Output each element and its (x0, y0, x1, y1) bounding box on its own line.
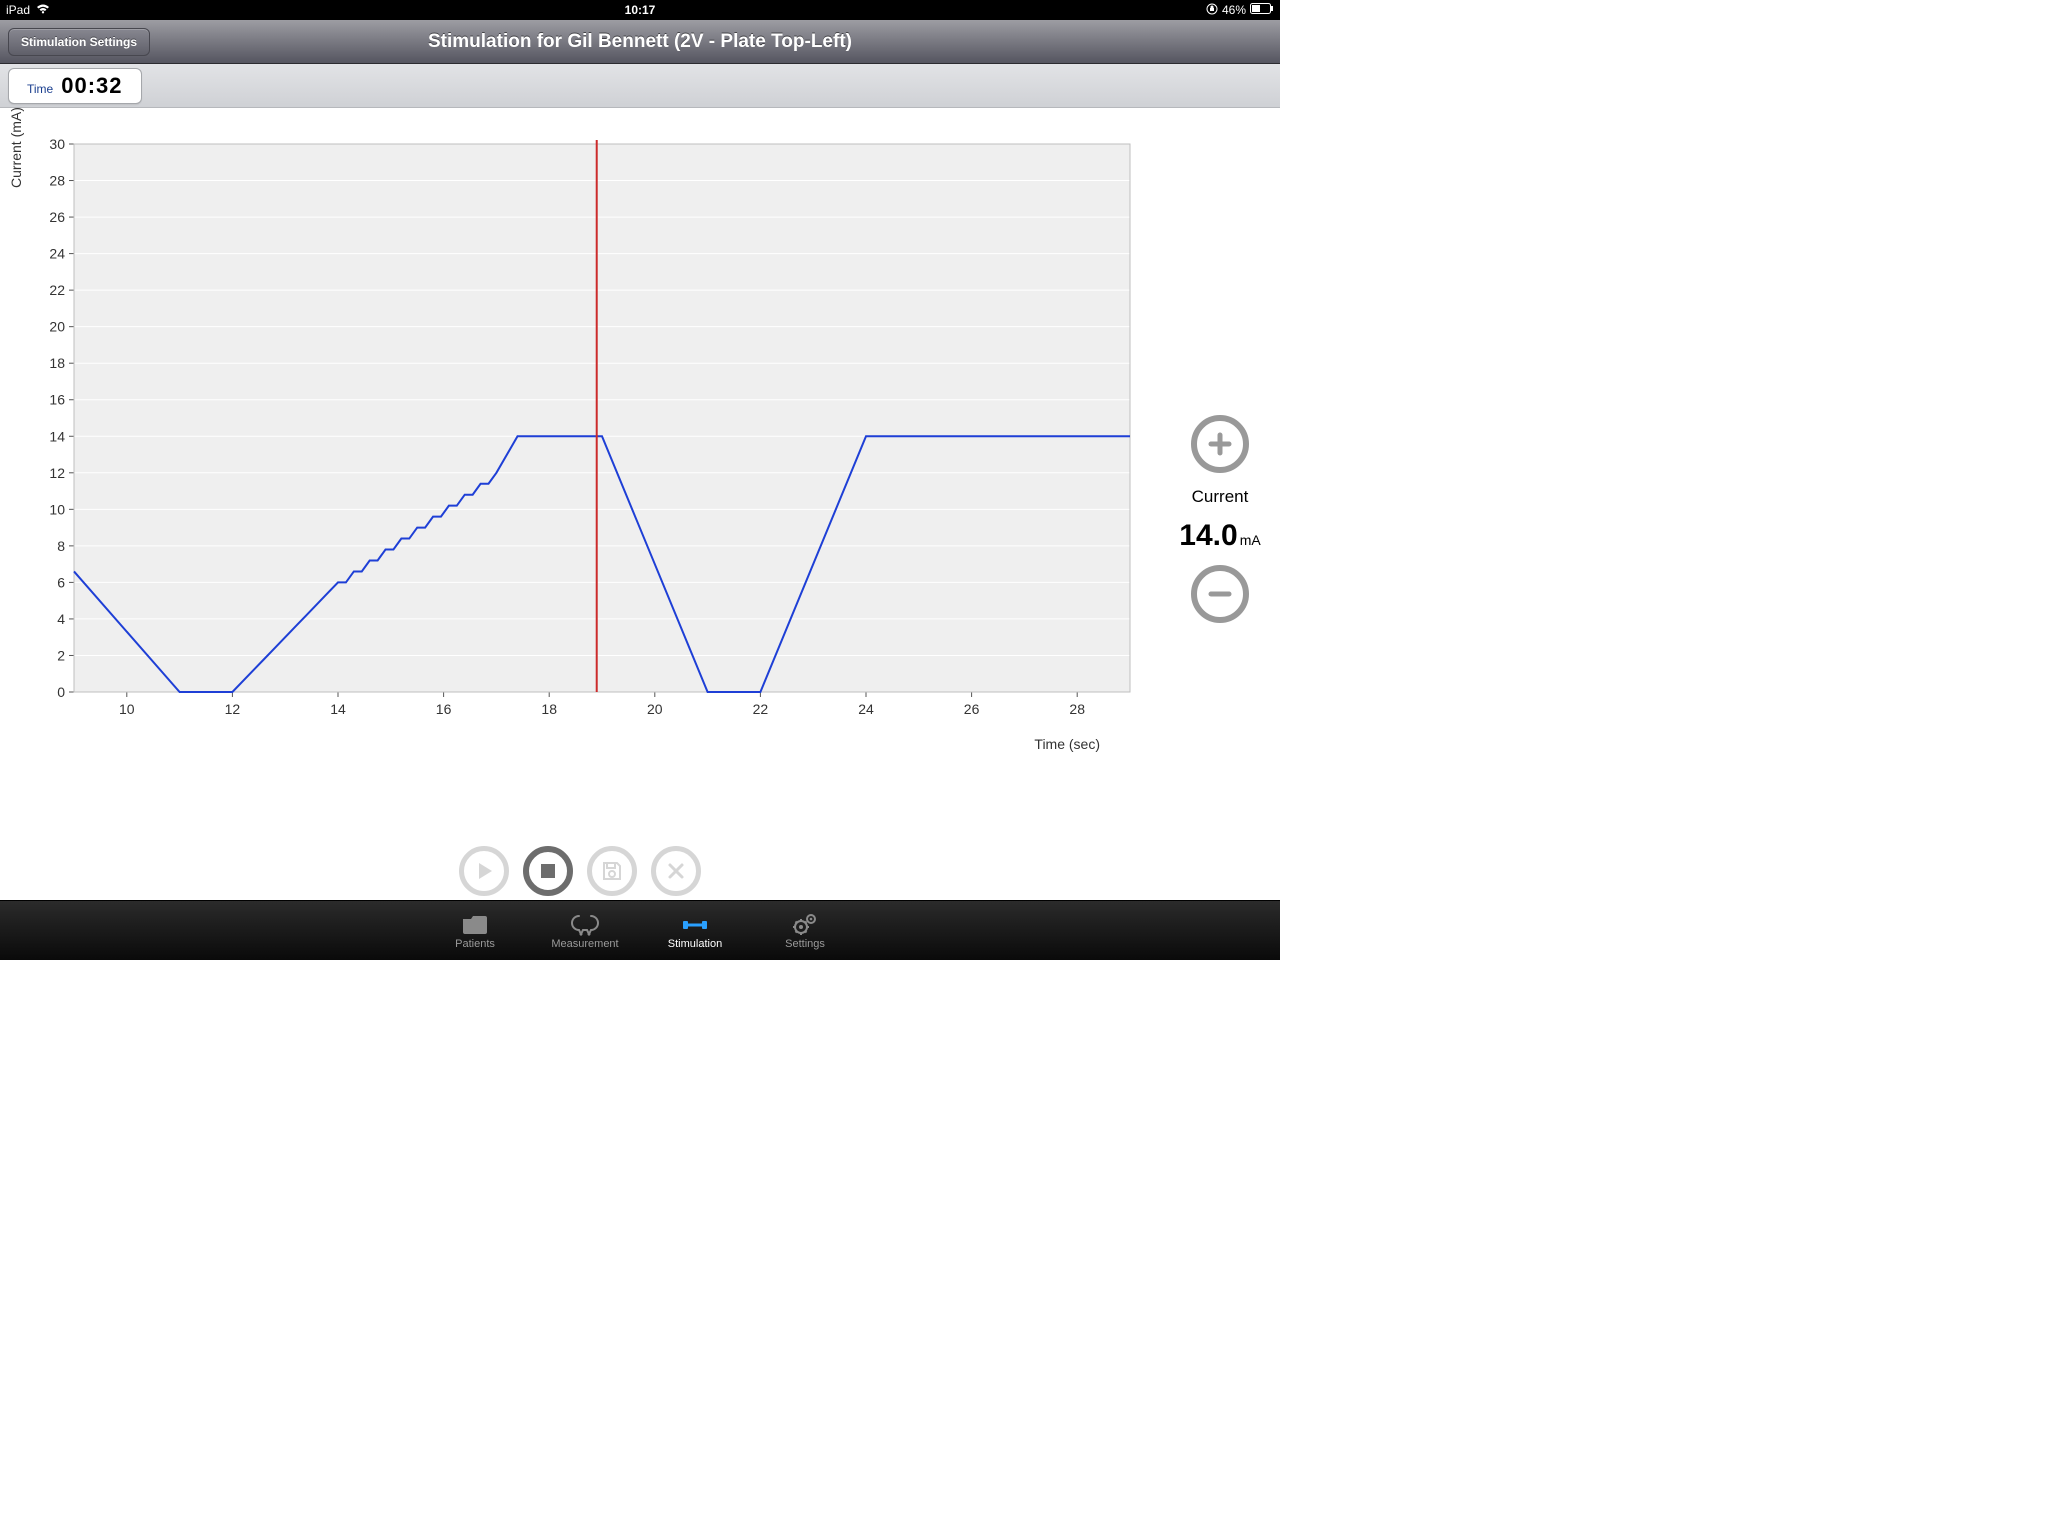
svg-text:12: 12 (225, 701, 241, 717)
transport-controls (0, 846, 1160, 896)
svg-text:24: 24 (49, 246, 65, 262)
tab-measurement[interactable]: Measurement (530, 901, 640, 960)
current-value-row: 14.0mA (1179, 521, 1260, 551)
battery-icon (1250, 3, 1274, 17)
status-bar: iPad 10:17 46% (0, 0, 1280, 20)
chart-plot: 0246810121416182022242628301012141618202… (20, 138, 1140, 738)
carrier-label: iPad (6, 3, 30, 17)
tab-settings[interactable]: Settings (750, 901, 860, 960)
svg-text:20: 20 (647, 701, 663, 717)
svg-text:22: 22 (49, 282, 65, 298)
cancel-button[interactable] (651, 846, 701, 896)
svg-text:14: 14 (330, 701, 346, 717)
play-button[interactable] (459, 846, 509, 896)
side-controls: Current 14.0mA (1160, 108, 1280, 900)
svg-text:14: 14 (49, 428, 65, 444)
svg-text:12: 12 (49, 465, 65, 481)
svg-text:6: 6 (57, 574, 65, 590)
battery-pct: 46% (1222, 3, 1246, 17)
svg-text:24: 24 (858, 701, 874, 717)
chart-container: Current (mA) 024681012141618202224262830… (0, 108, 1160, 900)
svg-text:22: 22 (753, 701, 769, 717)
tab-label: Patients (455, 938, 495, 950)
save-button[interactable] (587, 846, 637, 896)
sub-bar: Time 00:32 (0, 64, 1280, 108)
stimulation-settings-button[interactable]: Stimulation Settings (8, 28, 150, 56)
svg-text:26: 26 (49, 209, 65, 225)
timer-label: Time (27, 82, 53, 96)
svg-text:18: 18 (49, 355, 65, 371)
svg-text:4: 4 (57, 611, 65, 627)
svg-text:30: 30 (49, 138, 65, 152)
timer-box: Time 00:32 (8, 68, 142, 104)
status-time: 10:17 (625, 3, 656, 17)
svg-text:20: 20 (49, 319, 65, 335)
svg-text:10: 10 (49, 501, 65, 517)
timer-value: 00:32 (61, 73, 122, 99)
decrease-current-button[interactable] (1191, 565, 1249, 623)
increase-current-button[interactable] (1191, 415, 1249, 473)
x-axis-label: Time (sec) (1034, 736, 1100, 752)
main-area: Current (mA) 024681012141618202224262830… (0, 108, 1280, 900)
svg-text:18: 18 (541, 701, 557, 717)
current-unit: mA (1240, 532, 1261, 548)
tab-label: Stimulation (668, 938, 722, 950)
page-title: Stimulation for Gil Bennett (2V - Plate … (0, 31, 1280, 53)
svg-text:16: 16 (49, 392, 65, 408)
stop-button[interactable] (523, 846, 573, 896)
tab-bar: Patients Measurement Stimulation Setting… (0, 900, 1280, 960)
nav-bar: Stimulation Settings Stimulation for Gil… (0, 20, 1280, 64)
svg-text:26: 26 (964, 701, 980, 717)
current-label: Current (1192, 487, 1249, 507)
svg-text:10: 10 (119, 701, 135, 717)
svg-text:0: 0 (57, 684, 65, 700)
current-value: 14.0 (1179, 519, 1237, 552)
wifi-icon (36, 3, 50, 17)
y-axis-label: Current (mA) (8, 107, 24, 188)
svg-text:28: 28 (1069, 701, 1085, 717)
orientation-lock-icon (1206, 3, 1218, 18)
svg-text:16: 16 (436, 701, 452, 717)
tab-label: Measurement (551, 938, 618, 950)
tab-patients[interactable]: Patients (420, 901, 530, 960)
svg-text:2: 2 (57, 647, 65, 663)
svg-text:8: 8 (57, 538, 65, 554)
tab-label: Settings (785, 938, 825, 950)
svg-text:28: 28 (49, 173, 65, 189)
tab-stimulation[interactable]: Stimulation (640, 901, 750, 960)
